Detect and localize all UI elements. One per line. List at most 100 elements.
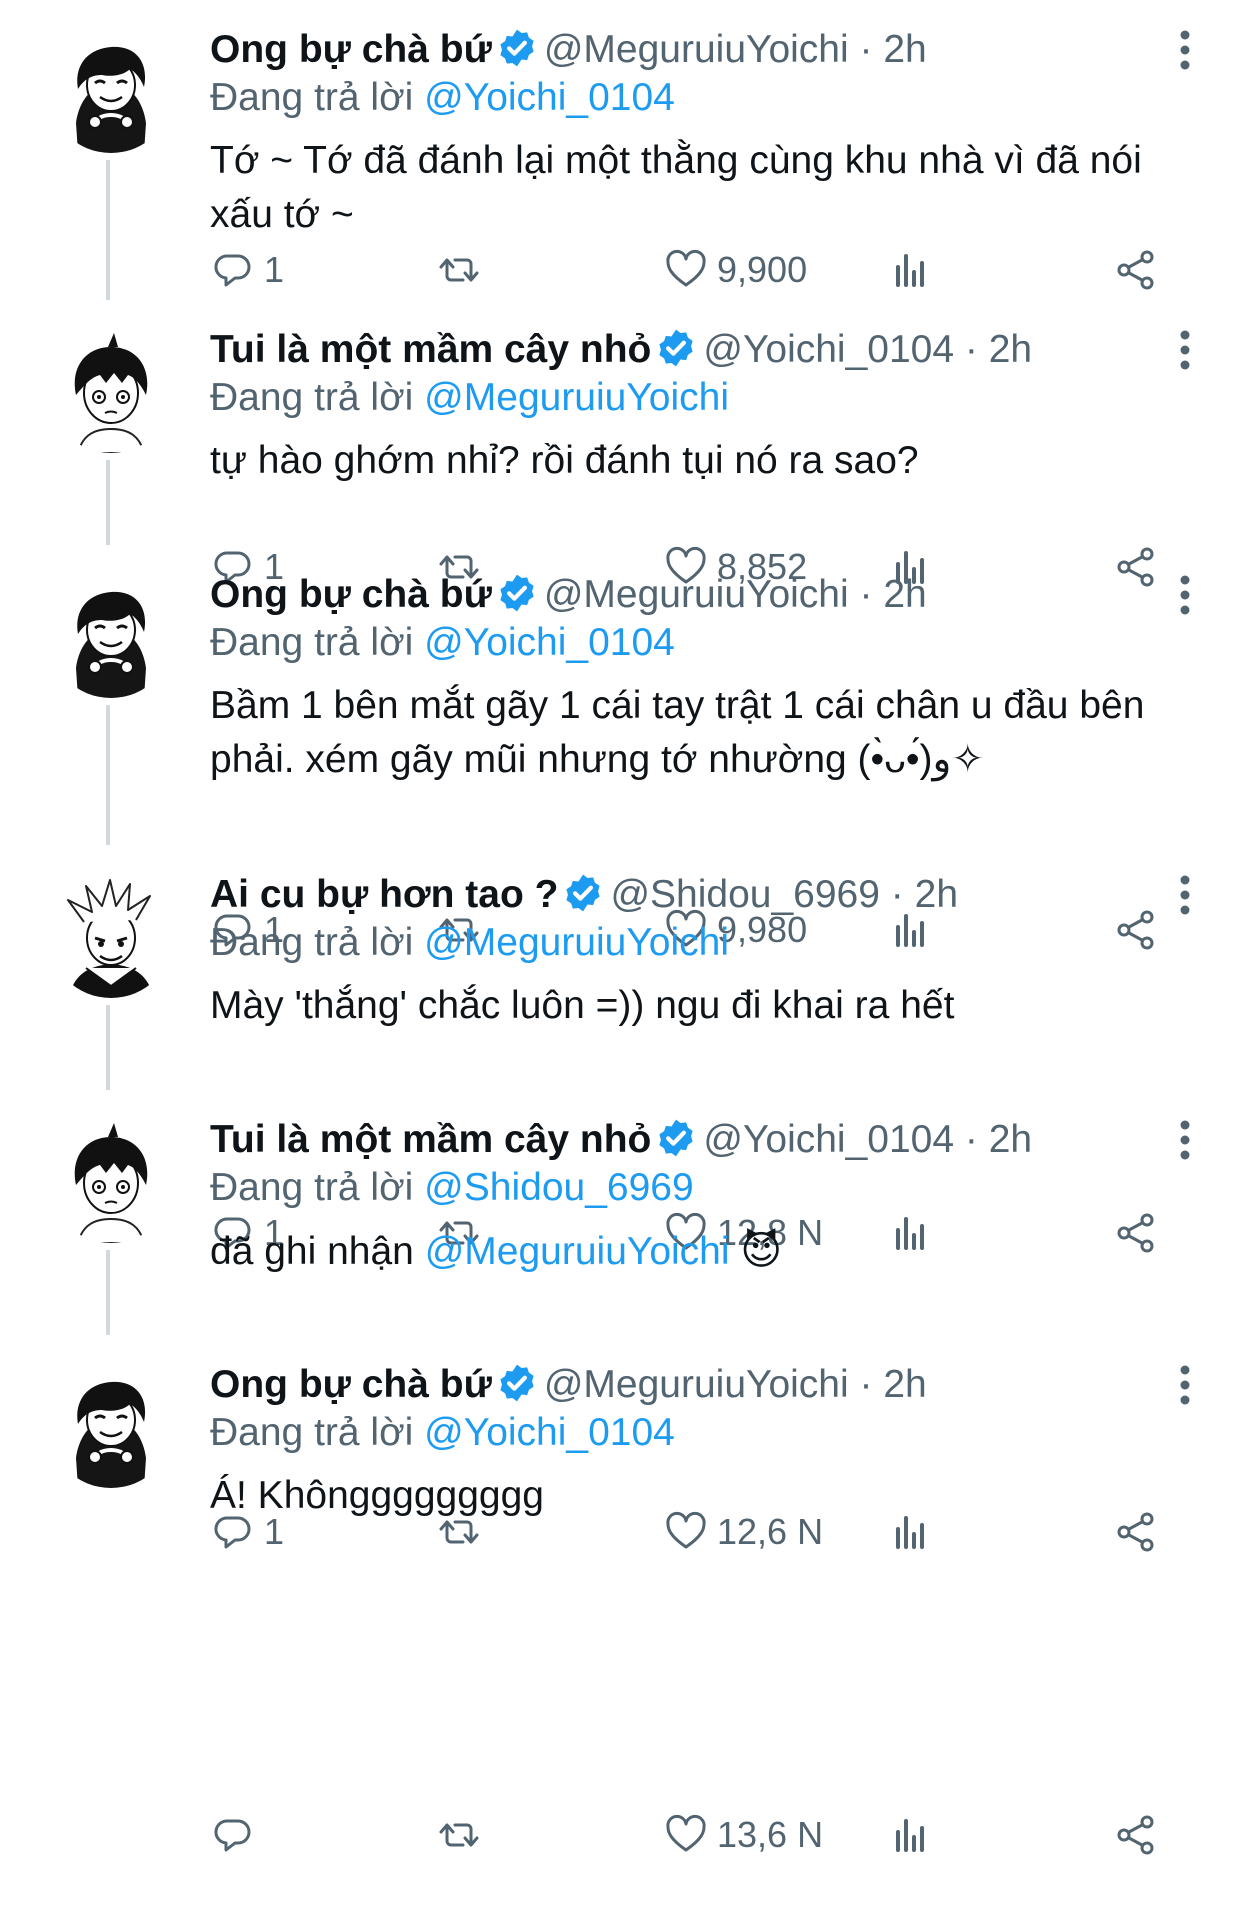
more-options-button[interactable] [1175,1118,1195,1162]
replying-to-link[interactable]: @Yoichi_0104 [424,76,675,119]
bar-chart-icon [896,254,924,287]
avatar[interactable] [48,1362,174,1488]
separator-dot: · [890,873,904,916]
share-button[interactable] [1113,1805,1159,1865]
verified-badge-icon [500,1364,534,1402]
verified-badge-icon [500,574,534,612]
avatar[interactable] [48,327,174,453]
tweet-actions: 13,6 N [0,1805,1233,1865]
replying-to-label: Đang trả lời [210,76,414,119]
mention-link[interactable]: @MeguruiuYoichi [425,1230,730,1273]
isagi-avatar [48,327,174,453]
more-options-button[interactable] [1175,328,1195,372]
verified-badge [496,572,538,614]
share-nodes-icon [1117,250,1154,290]
like-button[interactable]: 13,6 N [663,1805,823,1865]
reply-button[interactable] [210,1805,264,1865]
user-handle[interactable]: @MeguruiuYoichi [544,28,849,71]
verified-badge-icon [659,329,693,367]
bachira-avatar [48,1362,174,1488]
speech-bubble-icon [214,254,251,287]
display-name[interactable]: Ong bự chà bứ [210,573,492,616]
reply-button[interactable]: 1 [210,240,284,300]
emoji-smiling-devil: 😈 [740,1229,783,1273]
separator-dot: · [964,328,978,371]
timestamp[interactable]: 2h [883,573,926,616]
reply-count: 1 [264,249,285,290]
verified-badge-icon [500,29,534,67]
display-name[interactable]: Ong bự chà bứ [210,1363,492,1406]
display-name[interactable]: Tui là một mầm cây nhỏ [210,328,651,371]
share-button[interactable] [1113,240,1159,300]
replying-to-label: Đang trả lời [210,1411,414,1454]
timestamp[interactable]: 2h [883,1363,926,1406]
tweet-text-body: Mày 'thắng' chắc luôn =)) ngu đi khai ra… [210,984,955,1027]
more-options-button[interactable] [1175,28,1195,72]
timestamp[interactable]: 2h [989,1118,1032,1161]
verified-badge [496,27,538,69]
isagi-avatar [48,1117,174,1243]
tweet-text-body: Tớ ~ Tớ đã đánh lại một thằng cùng khu n… [210,139,1153,236]
tweet-text: Á! Khônggggggggg [210,1469,1160,1523]
user-handle[interactable]: @Shidou_6969 [610,873,879,916]
tweet-header: Ong bự chà bứ @MeguruiuYoichi · 2h [210,24,927,76]
tweet-header: Ai cu bự hơn tao ? @Shidou_6969 · 2h [210,869,958,921]
bar-chart-icon [896,1819,924,1852]
separator-dot: · [859,28,873,71]
more-options-button[interactable] [1175,573,1195,617]
tweet: Ai cu bự hơn tao ? @Shidou_6969 · 2h Đang … [0,845,1233,1253]
tweet-text: Mày 'thắng' chắc luôn =)) ngu đi khai ra… [210,979,1160,1033]
heart-outline-icon [666,1814,706,1852]
retweet-button[interactable] [436,240,490,300]
replying-to: Đang trả lời @MeguruiuYoichi [210,372,729,424]
user-handle[interactable]: @MeguruiuYoichi [544,573,849,616]
thread-connector-line [106,460,110,545]
timestamp[interactable]: 2h [883,28,926,71]
replying-to-label: Đang trả lời [210,376,414,419]
display-name[interactable]: Tui là một mầm cây nhỏ [210,1118,651,1161]
vertical-dots-icon [1180,330,1190,370]
shidou-avatar [48,872,174,998]
replying-to-link[interactable]: @MeguruiuYoichi [424,376,729,419]
replying-to-label: Đang trả lời [210,921,414,964]
avatar[interactable] [48,1117,174,1243]
user-handle[interactable]: @Yoichi_0104 [703,328,954,371]
replying-to-link[interactable]: @Yoichi_0104 [424,1411,675,1454]
replying-to-label: Đang trả lời [210,1166,414,1209]
views-button[interactable] [888,1805,934,1865]
verified-badge-icon [659,1119,693,1157]
replying-to: Đang trả lời @Yoichi_0104 [210,617,675,669]
verified-badge [655,1117,697,1159]
replying-to-link[interactable]: @Yoichi_0104 [424,621,675,664]
tweet-actions: 1 9,900 [0,240,1233,300]
replying-to-link[interactable]: @MeguruiuYoichi [424,921,729,964]
replying-to: Đang trả lời @MeguruiuYoichi [210,917,729,969]
more-options-button[interactable] [1175,1363,1195,1407]
replying-to: Đang trả lời @Yoichi_0104 [210,1407,675,1459]
avatar[interactable] [48,872,174,998]
retweet-arrows-icon [439,1823,479,1847]
tweet: Ong bự chà bứ @MeguruiuYoichi · 2h Đang tr… [0,545,1233,950]
user-handle[interactable]: @Yoichi_0104 [703,1118,954,1161]
replying-to-link[interactable]: @Shidou_6969 [424,1166,693,1209]
avatar[interactable] [48,572,174,698]
thread-connector-line [106,1005,110,1090]
retweet-button[interactable] [436,1805,490,1865]
separator-dot: · [964,1118,978,1161]
verified-badge [655,327,697,369]
like-button[interactable]: 9,900 [663,240,807,300]
timestamp[interactable]: 2h [989,328,1032,371]
views-button[interactable] [888,240,934,300]
tweet: Ong bự chà bứ @MeguruiuYoichi · 2h Đang tr… [0,0,1233,300]
display-name[interactable]: Ai cu bự hơn tao ? [210,873,558,916]
display-name[interactable]: Ong bự chà bứ [210,28,492,71]
verified-badge [562,872,604,914]
timestamp[interactable]: 2h [915,873,958,916]
tweet-header: Tui là một mầm cây nhỏ @Yoichi_0104 · 2h [210,324,1032,376]
tweet-header: Tui là một mầm cây nhỏ @Yoichi_0104 · 2h [210,1114,1032,1166]
user-handle[interactable]: @MeguruiuYoichi [544,1363,849,1406]
tweet-header: Ong bự chà bứ @MeguruiuYoichi · 2h [210,569,927,621]
tweet-text-body: đã ghi nhận [210,1230,425,1273]
avatar[interactable] [48,27,174,153]
more-options-button[interactable] [1175,873,1195,917]
